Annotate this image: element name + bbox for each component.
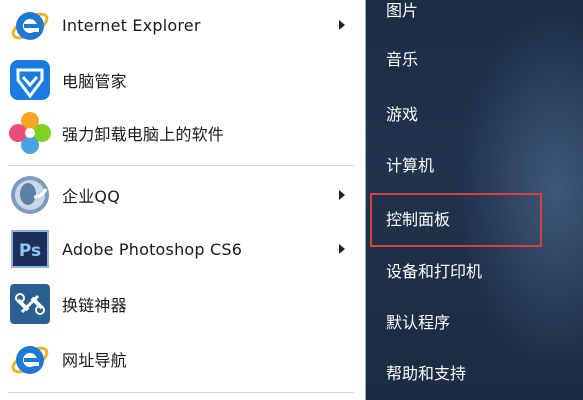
submenu-arrow-icon[interactable]	[339, 244, 345, 254]
program-label: 网址导航	[62, 351, 127, 370]
menu-item-default-programs[interactable]: 默认程序	[386, 309, 450, 333]
internet-explorer-icon	[7, 2, 53, 48]
program-web-navigation[interactable]: 网址导航	[0, 334, 355, 384]
program-photoshop[interactable]: Ps Adobe Photoshop CS6	[0, 224, 355, 274]
programs-pane: Internet Explorer 电脑管家 强力卸载电脑上的软件 企业QQ P…	[0, 0, 366, 400]
program-link-tool[interactable]: 换链神器	[0, 279, 355, 329]
menu-item-computer[interactable]: 计算机	[386, 152, 434, 176]
menu-item-help-support[interactable]: 帮助和支持	[386, 360, 466, 384]
program-label: 企业QQ	[62, 187, 120, 206]
highlight-box	[370, 193, 542, 247]
menu-item-pictures[interactable]: 图片	[386, 0, 418, 21]
menu-item-music[interactable]: 音乐	[386, 46, 418, 70]
link-tool-icon	[7, 281, 53, 327]
pc-manager-icon	[7, 57, 53, 103]
photoshop-icon: Ps	[7, 226, 53, 272]
program-uninstaller[interactable]: 强力卸载电脑上的软件	[0, 108, 355, 158]
submenu-arrow-icon[interactable]	[339, 190, 345, 200]
enterprise-qq-icon	[7, 172, 53, 218]
menu-item-games[interactable]: 游戏	[386, 101, 418, 125]
web-navigation-icon	[7, 336, 53, 382]
svg-text:Ps: Ps	[19, 241, 41, 261]
program-label: 换链神器	[62, 296, 127, 315]
program-label: 电脑管家	[62, 72, 127, 91]
start-menu: Internet Explorer 电脑管家 强力卸载电脑上的软件 企业QQ P…	[0, 0, 583, 400]
submenu-arrow-icon[interactable]	[339, 20, 345, 30]
program-label: 强力卸载电脑上的软件	[62, 125, 225, 144]
uninstaller-icon	[7, 110, 53, 156]
program-label: Internet Explorer	[62, 15, 201, 35]
program-internet-explorer[interactable]: Internet Explorer	[0, 0, 355, 50]
separator	[8, 392, 354, 393]
program-pc-manager[interactable]: 电脑管家	[0, 55, 355, 105]
program-enterprise-qq[interactable]: 企业QQ	[0, 170, 355, 220]
menu-item-devices-printers[interactable]: 设备和打印机	[386, 258, 482, 282]
program-label: Adobe Photoshop CS6	[62, 239, 243, 259]
separator	[8, 165, 354, 166]
